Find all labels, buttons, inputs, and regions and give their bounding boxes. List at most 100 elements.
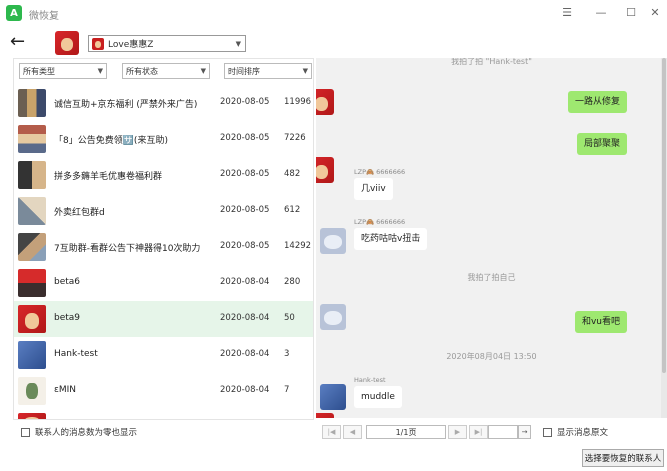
conversation-count: 11996 — [284, 97, 312, 107]
back-button[interactable]: ← — [10, 33, 32, 52]
conversation-name: 诚信互助+京东福利 (严禁外来广告) — [54, 100, 198, 110]
conversation-avatar — [18, 233, 46, 261]
chat-scrollbar-thumb[interactable] — [662, 58, 666, 373]
conversation-row[interactable]: 拼多多薅羊毛优惠卷福利群 2020-08-05 482 — [14, 157, 313, 193]
last-page-button[interactable]: ▶| — [469, 425, 488, 439]
pager: |◀ ◀ 1/1页 ▶ ▶| — [322, 424, 490, 440]
conversation-avatar — [18, 161, 46, 189]
show-empty-label: 联系人的消息数为零也显示 — [35, 428, 138, 438]
show-empty-checkbox[interactable] — [21, 427, 30, 437]
message-avatar — [320, 384, 346, 410]
conversation-name: 7互助群-看群公告下神器得10次助力 — [54, 244, 201, 254]
conversation-count: 7 — [284, 385, 290, 395]
conversation-date: 2020-08-05 — [220, 169, 270, 179]
status-filter-select[interactable]: 所有状态 ▼ — [122, 63, 210, 79]
show-original-label: 显示消息原文 — [557, 428, 609, 438]
choose-contact-button[interactable]: 选择要恢复的联系人 — [582, 449, 664, 467]
conversation-date: 2020-08-05 — [220, 97, 270, 107]
conversation-count: 280 — [284, 277, 301, 287]
conversation-count: 7226 — [284, 133, 306, 143]
conversation-date: 2020-08-04 — [220, 349, 270, 359]
conversation-avatar — [18, 89, 46, 117]
conversation-avatar — [18, 269, 46, 297]
sender-name: Hank-test — [354, 376, 386, 384]
jump-page-button[interactable]: → — [518, 425, 531, 439]
conversation-count: 482 — [284, 169, 301, 179]
chevron-down-icon: ▼ — [235, 40, 241, 48]
conversation-row[interactable]: Hank-test 2020-08-04 3 — [14, 337, 313, 373]
conversation-row[interactable]: 诚信互助+京东福利 (严禁外来广告) 2020-08-05 11996 — [14, 85, 313, 121]
conversation-avatar — [18, 305, 46, 333]
message-bubble[interactable]: 和vu看吧 — [574, 311, 627, 333]
show-original-option[interactable]: 显示消息原文 — [543, 424, 608, 440]
conversation-row[interactable]: 7互助群-看群公告下神器得10次助力 2020-08-05 14292 — [14, 229, 313, 265]
conversation-row[interactable]: 外卖红包群d 2020-08-05 612 — [14, 193, 313, 229]
chevron-down-icon: ▼ — [200, 67, 206, 75]
system-message: 我拍了拍 "Hank-test" — [451, 58, 532, 66]
conversation-date: 2020-08-05 — [220, 133, 270, 143]
conversation-count: 3 — [284, 349, 290, 359]
chevron-down-icon: ▼ — [302, 67, 308, 75]
page-indicator[interactable]: 1/1页 — [366, 425, 446, 439]
sort-label: 时间排序 — [228, 66, 260, 76]
menu-icon[interactable]: ☰ — [557, 3, 577, 21]
chat-scrollbar[interactable] — [661, 58, 667, 418]
conversation-name: 拼多多薅羊毛优惠卷福利群 — [54, 172, 163, 182]
message-bubble[interactable]: 一路从修复 — [567, 91, 627, 113]
app-title: 微恢复 — [29, 11, 59, 22]
conversation-row[interactable]: beta9 2020-08-04 50 — [14, 301, 313, 337]
message-avatar — [320, 304, 346, 330]
next-page-button[interactable]: ▶ — [448, 425, 467, 439]
first-page-button[interactable]: |◀ — [322, 425, 341, 439]
conversation-count: 50 — [284, 313, 295, 323]
sender-name: LZP🙈 6666666 — [354, 168, 406, 176]
chevron-down-icon: ▼ — [97, 67, 103, 75]
message-avatar — [316, 157, 334, 183]
conversation-date: 2020-08-04 — [220, 277, 270, 287]
maximize-button[interactable]: ☐ — [621, 3, 641, 21]
show-empty-option[interactable]: 联系人的消息数为零也显示 — [13, 424, 137, 440]
show-original-checkbox[interactable] — [543, 427, 552, 437]
message-bubble[interactable]: muddle — [354, 386, 402, 408]
conversation-avatar — [18, 197, 46, 225]
conversation-row[interactable]: beta6 2020-08-04 280 — [14, 265, 313, 301]
conversation-date: 2020-08-04 — [220, 313, 270, 323]
conversation-row[interactable]: 「8」公告免费领🈂️(来互助) 2020-08-05 7226 — [14, 121, 313, 157]
type-filter-select[interactable]: 所有类型 ▼ — [19, 63, 107, 79]
conversation-row[interactable]: εMIN 2020-08-04 7 — [14, 373, 313, 409]
chat-view[interactable]: 我拍了拍 "Hank-test" 一路从修复局部聚聚 LZP🙈 6666666 几vi… — [316, 58, 667, 418]
filter-bar: 所有类型 ▼ 所有状态 ▼ 时间排序 ▼ — [19, 63, 312, 81]
conversation-list[interactable]: 诚信互助+京东福利 (严禁外来广告) 2020-08-05 11996 「8」公告免费… — [14, 85, 313, 419]
conversation-date: 2020-08-05 — [220, 205, 270, 215]
account-select[interactable]: Love惠惠Z ▼ — [88, 35, 246, 52]
conversation-name: beta9 — [54, 313, 81, 323]
conversation-name: Hank-test — [54, 349, 98, 359]
conversation-avatar — [18, 377, 46, 405]
conversation-count: 14292 — [284, 241, 312, 251]
message-avatar — [316, 413, 334, 418]
minimize-button[interactable]: — — [591, 3, 611, 21]
message-avatar — [316, 89, 334, 115]
jump-page-input[interactable] — [488, 425, 518, 439]
conversation-avatar — [18, 341, 46, 369]
conversation-count: 612 — [284, 205, 301, 215]
conversation-avatar — [18, 125, 46, 153]
close-button[interactable]: ✕ — [645, 3, 665, 21]
title-bar: A 微恢复 ☰ — ☐ ✕ — [0, 0, 667, 26]
prev-page-button[interactable]: ◀ — [343, 425, 362, 439]
message-bubble[interactable]: 几viiv — [354, 178, 393, 200]
account-mini-avatar — [92, 37, 104, 50]
conversation-date: 2020-08-04 — [220, 385, 270, 395]
conversation-name: 外卖红包群d — [54, 208, 105, 218]
account-name: Love惠惠Z — [108, 40, 154, 50]
message-bubble[interactable]: 吃药咕咕v扭击 — [354, 228, 428, 250]
message-bubble[interactable]: 局部聚聚 — [576, 133, 627, 155]
conversation-panel: 所有类型 ▼ 所有状态 ▼ 时间排序 ▼ 诚信互助+京东福利 (严禁外来广告) 2… — [13, 58, 314, 420]
app-logo-icon: A — [6, 5, 22, 21]
conversation-date: 2020-08-05 — [220, 241, 270, 251]
system-message: 我拍了拍自己 — [467, 273, 516, 282]
type-filter-label: 所有类型 — [23, 66, 55, 76]
sender-name: LZP🙈 6666666 — [354, 218, 406, 226]
sort-select[interactable]: 时间排序 ▼ — [224, 63, 312, 79]
status-filter-label: 所有状态 — [126, 66, 158, 76]
